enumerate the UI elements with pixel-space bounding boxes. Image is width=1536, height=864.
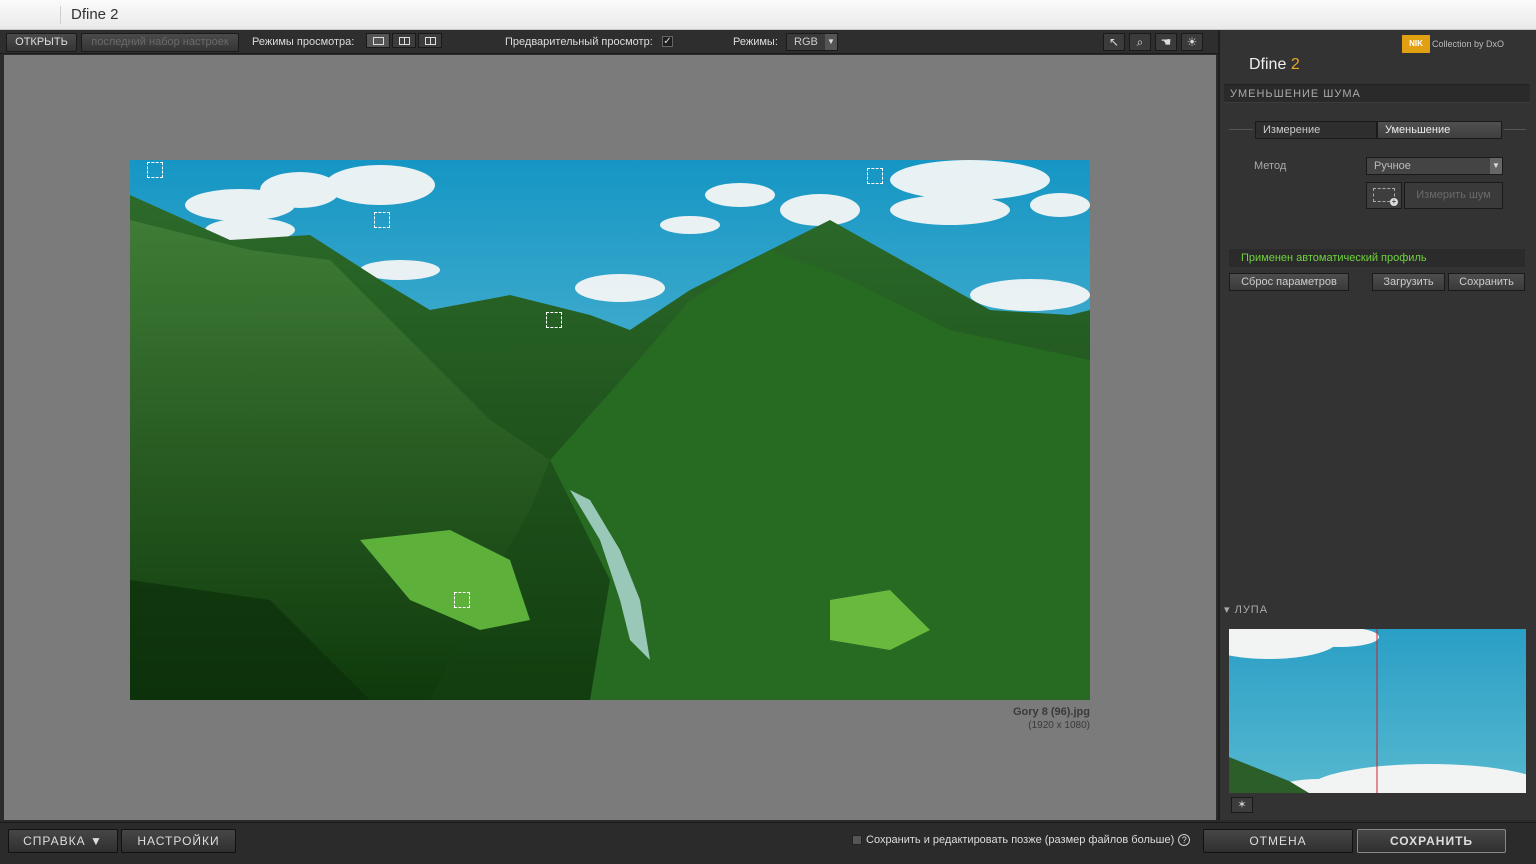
file-dimensions: (1920 x 1080)	[1028, 720, 1090, 731]
file-name: Gory 8 (96).jpg	[1012, 706, 1090, 718]
save-button[interactable]: СОХРАНИТЬ	[1357, 829, 1506, 853]
pointer-icon: ↖	[1108, 35, 1120, 49]
hand-icon: ☚	[1160, 35, 1172, 49]
brand: NIK Collection by DxO	[1402, 35, 1504, 53]
single-view-icon	[373, 37, 384, 45]
save-later-option[interactable]: Сохранить и редактировать позже (размер …	[852, 834, 1191, 847]
brand-caption: Collection by DxO	[1432, 39, 1505, 49]
view-mode-split-button[interactable]	[392, 33, 416, 48]
load-button[interactable]: Загрузить	[1372, 273, 1445, 291]
loupe-header[interactable]: ▾ ЛУПА	[1224, 603, 1268, 616]
divider	[1229, 129, 1253, 130]
profile-status: Применен автоматический профиль	[1229, 249, 1525, 267]
window-title: Dfine 2	[71, 6, 119, 23]
save-later-checkbox[interactable]	[852, 835, 862, 846]
measurement-marker[interactable]	[374, 212, 390, 228]
pin-loupe-button[interactable]: ✶	[1231, 797, 1253, 813]
add-measurement-button[interactable]: +	[1366, 182, 1402, 209]
plus-icon: +	[1390, 197, 1398, 206]
light-tool-button[interactable]: ☀	[1181, 33, 1203, 51]
loupe-image	[1229, 629, 1526, 793]
preview-image[interactable]	[130, 160, 1090, 700]
save-later-label: Сохранить и редактировать позже (размер …	[866, 834, 1175, 846]
zoom-icon: ⌕	[1136, 35, 1144, 49]
product-title: Dfine 2	[1249, 56, 1300, 74]
hand-tool-button[interactable]: ☚	[1155, 33, 1177, 51]
preview-checkbox[interactable]: ✓	[662, 36, 673, 47]
view-mode-side-by-side-button[interactable]	[418, 33, 442, 48]
chevron-down-icon: ▼	[825, 34, 837, 50]
preview-label: Предварительный просмотр:	[505, 36, 653, 48]
product-version: 2	[1290, 56, 1300, 73]
triangle-down-icon: ▾	[1224, 604, 1231, 616]
reset-button[interactable]: Сброс параметров	[1229, 273, 1349, 291]
window-titlebar: Dfine 2	[0, 0, 1536, 30]
tab-reduce[interactable]: Уменьшение	[1377, 121, 1502, 139]
mountain-photo	[130, 160, 1090, 700]
loupe-title: ЛУПА	[1234, 604, 1269, 616]
titlebar-separator	[60, 6, 61, 24]
last-preset-button[interactable]: последний набор настроек	[81, 33, 239, 52]
method-select[interactable]: Ручное ▼	[1366, 157, 1503, 175]
help-button[interactable]: СПРАВКА ▼	[8, 829, 118, 853]
tab-measure[interactable]: Измерение	[1255, 121, 1377, 139]
nik-logo: NIK	[1402, 35, 1430, 53]
mode-select-value: RGB	[794, 36, 818, 48]
method-label: Метод	[1254, 160, 1287, 172]
side-by-side-icon	[425, 37, 436, 45]
measurement-marker[interactable]	[867, 168, 883, 184]
divider	[1504, 129, 1526, 130]
cancel-button[interactable]: ОТМЕНА	[1203, 829, 1353, 853]
help-icon[interactable]: ?	[1178, 834, 1191, 847]
product-name: Dfine	[1249, 56, 1287, 73]
save-preset-button[interactable]: Сохранить	[1448, 273, 1525, 291]
file-info: Gory 8 (96).jpg (1920 x 1080)	[1013, 706, 1090, 731]
measurement-marker[interactable]	[546, 312, 562, 328]
zoom-tool-button[interactable]: ⌕	[1129, 33, 1151, 51]
view-modes-label: Режимы просмотра:	[252, 36, 355, 48]
split-view-icon	[399, 37, 410, 45]
pin-icon: ✶	[1237, 799, 1247, 811]
chevron-down-icon: ▼	[1490, 158, 1502, 174]
modes-label: Режимы:	[733, 36, 778, 48]
noise-reduction-header[interactable]: УМЕНЬШЕНИЕ ШУМА	[1224, 84, 1530, 103]
measurement-marker[interactable]	[147, 162, 163, 178]
pointer-tool-button[interactable]: ↖	[1103, 33, 1125, 51]
open-button[interactable]: ОТКРЫТЬ	[6, 33, 77, 52]
measure-noise-button[interactable]: Измерить шум	[1404, 182, 1503, 209]
preview-canvas[interactable]: Gory 8 (96).jpg (1920 x 1080)	[4, 55, 1216, 820]
measurement-marker[interactable]	[454, 592, 470, 608]
mode-select[interactable]: RGB ▼	[786, 33, 838, 51]
light-icon: ☀	[1186, 35, 1198, 49]
method-select-value: Ручное	[1374, 160, 1411, 172]
loupe-view[interactable]	[1229, 629, 1526, 793]
view-mode-single-button[interactable]	[366, 33, 390, 48]
settings-button[interactable]: НАСТРОЙКИ	[121, 829, 236, 853]
